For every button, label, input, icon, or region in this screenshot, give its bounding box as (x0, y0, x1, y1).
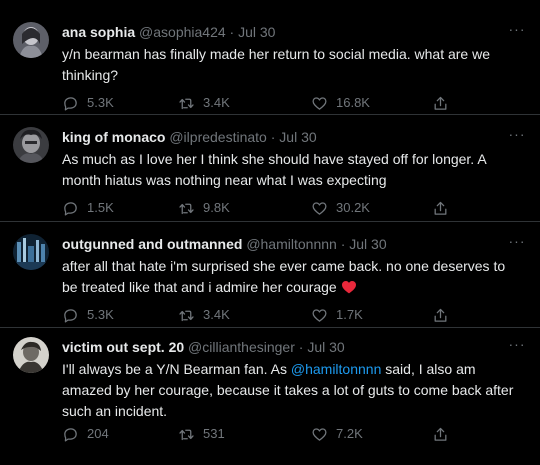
more-horizontal-icon[interactable]: ··· (508, 22, 526, 39)
share-button[interactable] (432, 94, 449, 112)
tweet-text: I'll always be a Y/N Bearman fan. As @ha… (62, 359, 518, 422)
reply-count: 1.5K (87, 200, 114, 215)
reply-button[interactable]: 1.5K (62, 199, 114, 217)
user-handle[interactable]: @cillianthesinger (188, 339, 295, 355)
reply-button[interactable]: 5.3K (62, 94, 114, 112)
reply-count: 204 (87, 426, 109, 441)
user-handle[interactable]: @asophia424 (139, 24, 226, 40)
tweet[interactable]: ana sophia @asophia424 · Jul 30 ··· y/n … (0, 0, 540, 115)
separator-dot: · (340, 236, 346, 252)
like-icon (312, 427, 327, 441)
tweet-header: king of monaco @ilpredestinato · Jul 30 (62, 128, 500, 146)
tweet-text-before: I'll always be a Y/N Bearman fan. As (62, 361, 291, 377)
reply-button[interactable]: 204 (62, 425, 109, 443)
tweet-header: victim out sept. 20 @cillianthesinger · … (62, 338, 500, 356)
retweet-count: 3.4K (203, 307, 230, 322)
like-count: 30.2K (336, 200, 370, 215)
reply-icon (64, 96, 77, 111)
tweet-header: outgunned and outmanned @hamiltonnnn · J… (62, 235, 500, 253)
display-name[interactable]: victim out sept. 20 (62, 339, 184, 355)
reply-icon (64, 201, 77, 216)
display-name[interactable]: outgunned and outmanned (62, 236, 242, 252)
like-icon (312, 308, 327, 322)
separator-dot: · (270, 129, 276, 145)
like-count: 7.2K (336, 426, 363, 441)
tweet-text: As much as I love her I think she should… (62, 151, 486, 188)
separator-dot: · (229, 24, 235, 40)
more-horizontal-icon[interactable]: ··· (508, 337, 526, 354)
tweet-date[interactable]: Jul 30 (307, 339, 344, 355)
retweet-icon (179, 98, 194, 109)
retweet-icon (179, 429, 194, 440)
tweet-date[interactable]: Jul 30 (349, 236, 386, 252)
retweet-count: 3.4K (203, 95, 230, 110)
tweet-date[interactable]: Jul 30 (238, 24, 275, 40)
tweet[interactable]: outgunned and outmanned @hamiltonnnn · J… (0, 222, 540, 328)
avatar[interactable] (13, 337, 49, 373)
retweet-button[interactable]: 3.4K (178, 306, 230, 324)
tweet-date[interactable]: Jul 30 (279, 129, 316, 145)
tweet-text-body: after all that hate i'm surprised she ev… (62, 258, 506, 295)
retweet-button[interactable]: 3.4K (178, 94, 230, 112)
share-icon (434, 96, 447, 110)
share-button[interactable] (432, 425, 449, 443)
tweet-text: y/n bearman has finally made her return … (62, 46, 490, 83)
more-horizontal-icon[interactable]: ··· (508, 127, 526, 144)
avatar[interactable] (13, 127, 49, 163)
avatar[interactable] (13, 22, 49, 58)
like-icon (312, 201, 327, 215)
display-name[interactable]: king of monaco (62, 129, 165, 145)
reply-icon (64, 308, 77, 323)
share-icon (434, 427, 447, 441)
like-count: 1.7K (336, 307, 363, 322)
retweet-icon (179, 203, 194, 214)
like-button[interactable]: 1.7K (311, 306, 363, 324)
like-button[interactable]: 7.2K (311, 425, 363, 443)
like-button[interactable]: 16.8K (311, 94, 370, 112)
reply-icon (64, 427, 77, 442)
avatar[interactable] (13, 234, 49, 270)
display-name[interactable]: ana sophia (62, 24, 135, 40)
like-icon (312, 96, 327, 110)
retweet-button[interactable]: 531 (178, 425, 225, 443)
separator-dot: · (298, 339, 304, 355)
retweet-icon (179, 310, 194, 321)
user-handle[interactable]: @hamiltonnnn (246, 236, 337, 252)
tweet-text: after all that hate i'm surprised she ev… (62, 256, 518, 298)
reply-count: 5.3K (87, 95, 114, 110)
tweet[interactable]: king of monaco @ilpredestinato · Jul 30 … (0, 115, 540, 222)
tweet-header: ana sophia @asophia424 · Jul 30 (62, 23, 500, 41)
share-icon (434, 308, 447, 322)
reply-count: 5.3K (87, 307, 114, 322)
mention-link[interactable]: @hamiltonnnn (291, 361, 382, 377)
share-button[interactable] (432, 199, 449, 217)
tweet[interactable]: victim out sept. 20 @cillianthesinger · … (0, 328, 540, 465)
user-handle[interactable]: @ilpredestinato (169, 129, 267, 145)
share-icon (434, 201, 447, 215)
reply-button[interactable]: 5.3K (62, 306, 114, 324)
tweet-feed: ana sophia @asophia424 · Jul 30 ··· y/n … (0, 0, 540, 465)
like-count: 16.8K (336, 95, 370, 110)
red-heart-emoji-icon (341, 280, 356, 294)
more-horizontal-icon[interactable]: ··· (508, 234, 526, 251)
share-button[interactable] (432, 306, 449, 324)
retweet-button[interactable]: 9.8K (178, 199, 230, 217)
like-button[interactable]: 30.2K (311, 199, 370, 217)
retweet-count: 531 (203, 426, 225, 441)
retweet-count: 9.8K (203, 200, 230, 215)
